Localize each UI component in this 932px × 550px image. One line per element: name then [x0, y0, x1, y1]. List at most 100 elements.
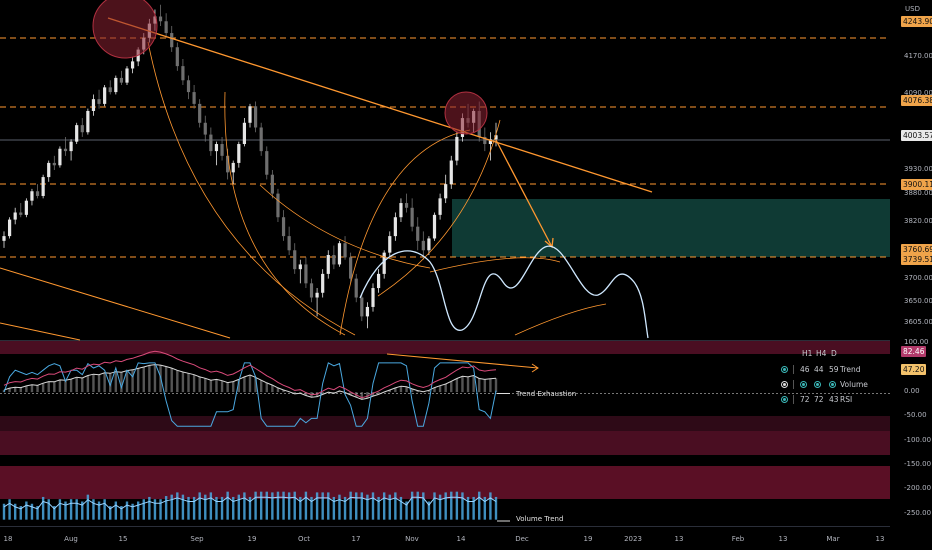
descending-trendline[interactable]: [107, 17, 653, 193]
candle-body[interactable]: [416, 226, 420, 241]
candle-body[interactable]: [130, 61, 135, 69]
candle-body[interactable]: [248, 106, 252, 123]
candle-body[interactable]: [393, 217, 397, 237]
candle-body[interactable]: [97, 99, 101, 104]
candle-body[interactable]: [371, 288, 375, 307]
candle-body[interactable]: [125, 68, 129, 83]
candle-body[interactable]: [75, 125, 79, 142]
candle-body[interactable]: [309, 283, 314, 298]
candle-body[interactable]: [253, 106, 258, 128]
candle-body[interactable]: [360, 297, 364, 317]
candle-body[interactable]: [198, 103, 202, 123]
price-tick: 3820.00: [904, 216, 932, 225]
candle-body[interactable]: [47, 162, 51, 178]
candle-body[interactable]: [321, 273, 325, 293]
candle-body[interactable]: [69, 141, 73, 152]
candle-body[interactable]: [315, 292, 319, 298]
candle-body[interactable]: [427, 238, 431, 251]
demand-zone[interactable]: [452, 199, 890, 257]
candle-body[interactable]: [192, 92, 196, 104]
lower-trendline[interactable]: [0, 267, 231, 339]
candle-body[interactable]: [181, 66, 185, 81]
candle-body[interactable]: [103, 87, 107, 104]
candle-body[interactable]: [281, 217, 286, 237]
candle-body[interactable]: [203, 122, 207, 135]
candle-body[interactable]: [410, 207, 414, 227]
candle-body[interactable]: [2, 236, 6, 241]
candle-body[interactable]: [63, 148, 68, 152]
candles[interactable]: [2, 4, 498, 329]
candle-body[interactable]: [7, 219, 12, 237]
candle-body[interactable]: [382, 252, 386, 274]
chart-canvas[interactable]: [0, 0, 932, 550]
arc-right-3[interactable]: [429, 257, 561, 273]
candle-body[interactable]: [186, 80, 191, 93]
candle-body[interactable]: [35, 191, 40, 196]
candle-body[interactable]: [287, 236, 291, 251]
osc-hist-bar: [366, 392, 369, 399]
candle-body[interactable]: [58, 148, 62, 166]
candle-body[interactable]: [108, 87, 112, 93]
candle-body[interactable]: [86, 110, 90, 133]
top-circle-1[interactable]: [92, 0, 158, 59]
candle-body[interactable]: [404, 203, 409, 208]
candle-body[interactable]: [259, 127, 263, 152]
candle-body[interactable]: [270, 174, 274, 194]
candle-body[interactable]: [304, 264, 308, 284]
candle-body[interactable]: [376, 273, 381, 289]
rsi-h1: 72: [800, 395, 810, 404]
candle-body[interactable]: [242, 122, 247, 145]
candle-body[interactable]: [365, 306, 370, 317]
candle-body[interactable]: [24, 200, 28, 215]
candle-body[interactable]: [337, 243, 342, 265]
osc-divergence-line[interactable]: [386, 353, 539, 369]
candle-body[interactable]: [432, 214, 437, 239]
candle-body[interactable]: [13, 212, 17, 220]
candle-body[interactable]: [326, 255, 330, 274]
candle-body[interactable]: [231, 162, 235, 173]
osc-hist-bar: [75, 377, 78, 393]
candle-body[interactable]: [438, 198, 442, 215]
candle-body[interactable]: [388, 236, 392, 253]
candle-body[interactable]: [237, 144, 241, 163]
time-tick: 19: [247, 535, 257, 543]
candle-body[interactable]: [80, 125, 84, 133]
arc-right-4[interactable]: [514, 303, 607, 336]
candle-body[interactable]: [298, 264, 302, 270]
candle-body[interactable]: [41, 177, 45, 196]
candle-body[interactable]: [119, 77, 124, 83]
candle-body[interactable]: [114, 77, 118, 93]
candle-body[interactable]: [30, 191, 34, 201]
candle-body[interactable]: [343, 243, 347, 258]
volume-bar: [315, 492, 319, 520]
oscillator-tick: -100.00: [904, 435, 932, 444]
drawings[interactable]: [0, 0, 653, 341]
top-circle-2[interactable]: [444, 91, 488, 135]
candle-body[interactable]: [349, 257, 353, 279]
volume-bar: [97, 501, 101, 520]
candle-body[interactable]: [354, 278, 358, 298]
candle-body[interactable]: [214, 144, 219, 152]
candle-body[interactable]: [175, 47, 179, 67]
candle-body[interactable]: [399, 203, 403, 218]
candle-body[interactable]: [449, 160, 453, 185]
candle-body[interactable]: [421, 240, 425, 251]
projection-path[interactable]: [359, 245, 649, 339]
osc-hist-bar: [466, 376, 470, 393]
lower-trendline-2[interactable]: [0, 322, 81, 341]
candle-body[interactable]: [265, 151, 269, 175]
candle-body[interactable]: [455, 136, 459, 161]
candle-body[interactable]: [158, 16, 163, 22]
candle-body[interactable]: [293, 250, 297, 270]
candle-body[interactable]: [444, 184, 448, 199]
candle-body[interactable]: [220, 144, 224, 156]
candle-body[interactable]: [19, 212, 23, 215]
candle-body[interactable]: [276, 193, 280, 218]
candle-body[interactable]: [209, 134, 213, 152]
candle-body[interactable]: [170, 33, 174, 48]
candle-body[interactable]: [52, 162, 56, 166]
candle-body[interactable]: [164, 21, 168, 34]
candle-body[interactable]: [91, 99, 96, 111]
osc-hist-bar: [494, 378, 498, 393]
candle-body[interactable]: [332, 255, 336, 265]
